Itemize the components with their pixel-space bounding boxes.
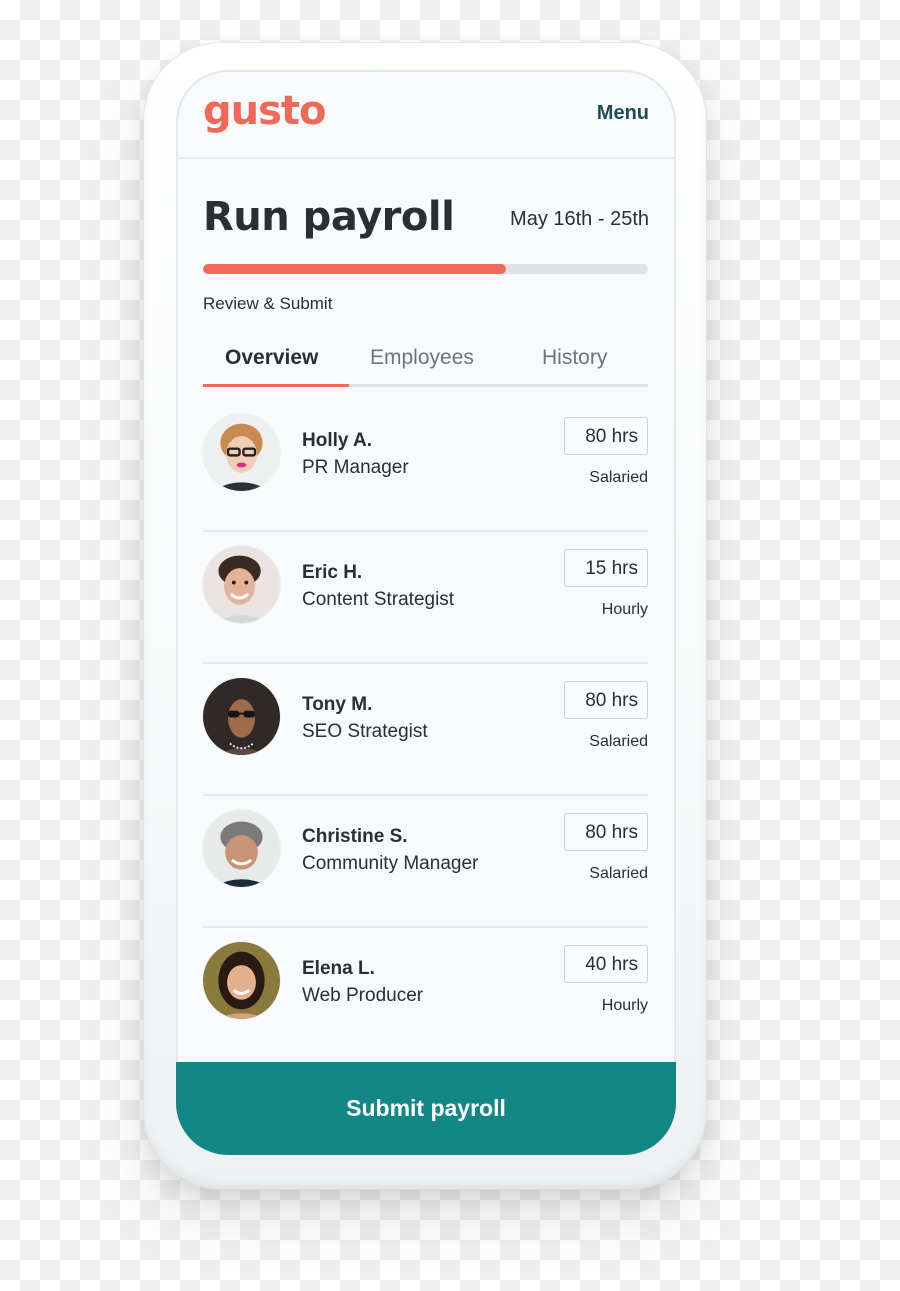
avatar bbox=[203, 414, 280, 491]
pay-type: Salaried bbox=[589, 865, 648, 882]
avatar bbox=[203, 942, 280, 1019]
tab-overview[interactable]: Overview bbox=[225, 346, 318, 370]
phone-screen: gusto Menu Run payroll May 16th - 25th R… bbox=[176, 70, 676, 1155]
payroll-progress-bar bbox=[203, 264, 648, 274]
employee-list: Holly A. PR Manager 80 hrs Salaried Eric… bbox=[203, 400, 648, 1058]
avatar-photo-icon bbox=[203, 414, 280, 491]
employee-row[interactable]: Tony M. SEO Strategist 80 hrs Salaried bbox=[203, 664, 648, 796]
avatar bbox=[203, 678, 280, 755]
employee-row[interactable]: Eric H. Content Strategist 15 hrs Hourly bbox=[203, 532, 648, 664]
employee-row[interactable]: Holly A. PR Manager 80 hrs Salaried bbox=[203, 400, 648, 532]
employee-role: SEO Strategist bbox=[302, 721, 428, 742]
submit-payroll-button[interactable]: Submit payroll bbox=[176, 1062, 676, 1155]
hours-input[interactable]: 80 hrs bbox=[564, 813, 648, 851]
employee-name: Tony M. bbox=[302, 694, 373, 715]
pay-period-dates: May 16th - 25th bbox=[510, 208, 649, 230]
avatar bbox=[203, 810, 280, 887]
app-header: gusto Menu bbox=[176, 70, 676, 159]
page-title: Run payroll bbox=[203, 194, 455, 240]
employee-name: Christine S. bbox=[302, 826, 408, 847]
employee-name: Elena L. bbox=[302, 958, 375, 979]
pay-type: Salaried bbox=[589, 469, 648, 486]
avatar bbox=[203, 546, 280, 623]
menu-button[interactable]: Menu bbox=[597, 102, 649, 125]
active-tab-indicator bbox=[203, 384, 349, 387]
tab-employees[interactable]: Employees bbox=[370, 346, 474, 370]
pay-type: Hourly bbox=[601, 601, 648, 618]
tab-bar: Overview Employees History bbox=[203, 344, 648, 387]
employee-role: Web Producer bbox=[302, 985, 424, 1006]
progress-fill bbox=[203, 264, 506, 274]
avatar-photo-icon bbox=[203, 546, 280, 623]
progress-step-label: Review & Submit bbox=[203, 294, 333, 313]
employee-name: Eric H. bbox=[302, 562, 363, 583]
pay-type: Hourly bbox=[601, 997, 648, 1014]
tab-history[interactable]: History bbox=[542, 346, 607, 370]
employee-role: Community Manager bbox=[302, 853, 479, 874]
avatar-photo-icon bbox=[203, 678, 280, 755]
hours-input[interactable]: 15 hrs bbox=[564, 549, 648, 587]
avatar-photo-icon bbox=[203, 810, 280, 887]
employee-role: Content Strategist bbox=[302, 589, 455, 610]
employee-row[interactable]: Christine S. Community Manager 80 hrs Sa… bbox=[203, 796, 648, 928]
avatar-photo-icon bbox=[203, 942, 280, 1019]
hours-input[interactable]: 40 hrs bbox=[564, 945, 648, 983]
gusto-logo[interactable]: gusto bbox=[203, 88, 327, 134]
employee-name: Holly A. bbox=[302, 430, 373, 451]
pay-type: Salaried bbox=[589, 733, 648, 750]
hours-input[interactable]: 80 hrs bbox=[564, 681, 648, 719]
employee-row[interactable]: Elena L. Web Producer 40 hrs Hourly bbox=[203, 928, 648, 1058]
hours-input[interactable]: 80 hrs bbox=[564, 417, 648, 455]
employee-role: PR Manager bbox=[302, 457, 409, 478]
